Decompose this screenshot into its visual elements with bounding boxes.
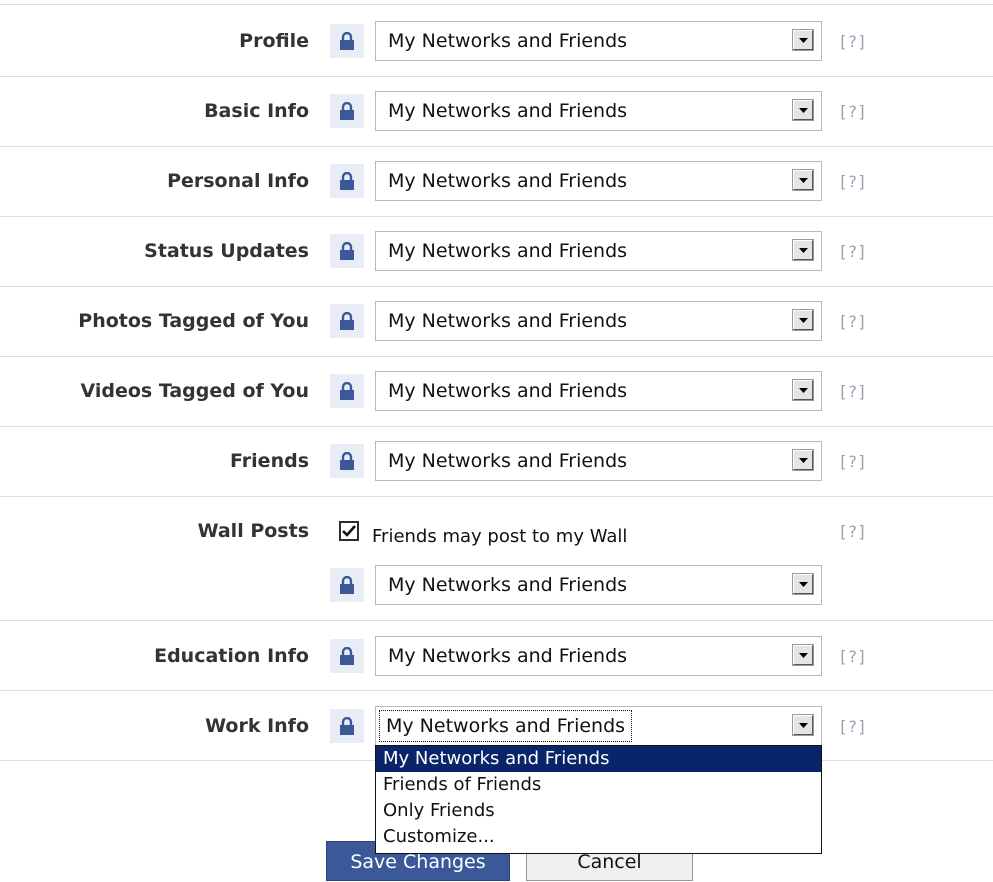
dropdown-option[interactable]: My Networks and Friends bbox=[376, 746, 821, 772]
row-label: Friends bbox=[230, 450, 309, 472]
row-label: Videos Tagged of You bbox=[80, 380, 309, 402]
help-link[interactable]: [?] bbox=[838, 242, 867, 262]
help-link[interactable]: [?] bbox=[838, 382, 867, 402]
wall-posts-checkbox[interactable] bbox=[339, 521, 359, 541]
lock-icon bbox=[330, 234, 364, 268]
row-separator bbox=[0, 620, 993, 621]
chevron-down-icon[interactable] bbox=[793, 240, 813, 260]
row-label: Education Info bbox=[154, 645, 309, 667]
select-value: My Networks and Friends bbox=[388, 100, 628, 122]
chevron-down-icon[interactable] bbox=[793, 30, 813, 50]
privacy-select[interactable]: My Networks and Friends bbox=[375, 441, 822, 481]
lock-icon bbox=[330, 164, 364, 198]
lock-icon bbox=[330, 94, 364, 128]
chevron-down-icon[interactable] bbox=[793, 100, 813, 120]
lock-icon bbox=[330, 444, 364, 478]
help-link[interactable]: [?] bbox=[838, 102, 867, 122]
row-separator bbox=[0, 356, 993, 357]
row-separator bbox=[0, 76, 993, 77]
select-value: My Networks and Friends bbox=[388, 645, 628, 667]
chevron-down-icon[interactable] bbox=[793, 380, 813, 400]
help-link[interactable]: [?] bbox=[838, 172, 867, 192]
row-label: Personal Info bbox=[167, 170, 309, 192]
chevron-down-icon[interactable] bbox=[793, 574, 813, 594]
privacy-select[interactable]: My Networks and Friends bbox=[375, 371, 822, 411]
privacy-select[interactable]: My Networks and Friends bbox=[375, 231, 822, 271]
select-value: My Networks and Friends bbox=[388, 30, 628, 52]
privacy-select[interactable]: My Networks and Friends bbox=[375, 636, 822, 676]
help-link[interactable]: [?] bbox=[838, 32, 867, 52]
help-link[interactable]: [?] bbox=[838, 647, 867, 667]
help-link[interactable]: [?] bbox=[838, 522, 867, 542]
privacy-select-open[interactable]: My Networks and Friends bbox=[375, 706, 822, 746]
checkbox-label[interactable]: Friends may post to my Wall bbox=[372, 526, 627, 548]
lock-icon bbox=[330, 709, 364, 743]
lock-icon bbox=[330, 374, 364, 408]
chevron-down-icon[interactable] bbox=[793, 715, 813, 735]
select-value: My Networks and Friends bbox=[388, 170, 628, 192]
lock-icon bbox=[330, 639, 364, 673]
privacy-select[interactable]: My Networks and Friends bbox=[375, 565, 822, 605]
select-value: My Networks and Friends bbox=[378, 710, 633, 742]
row-label: Photos Tagged of You bbox=[78, 310, 309, 332]
chevron-down-icon[interactable] bbox=[793, 450, 813, 470]
checkmark-icon bbox=[342, 525, 356, 537]
help-link[interactable]: [?] bbox=[838, 717, 867, 737]
row-label: Profile bbox=[239, 30, 309, 52]
privacy-select[interactable]: My Networks and Friends bbox=[375, 91, 822, 131]
select-value: My Networks and Friends bbox=[388, 240, 628, 262]
row-separator bbox=[0, 496, 993, 497]
select-value: My Networks and Friends bbox=[388, 574, 628, 596]
lock-icon bbox=[330, 304, 364, 338]
select-value: My Networks and Friends bbox=[388, 380, 628, 402]
dropdown-option[interactable]: Customize... bbox=[376, 824, 821, 850]
row-separator bbox=[0, 216, 993, 217]
row-separator bbox=[0, 426, 993, 427]
row-separator bbox=[0, 146, 993, 147]
chevron-down-icon[interactable] bbox=[793, 645, 813, 665]
help-link[interactable]: [?] bbox=[838, 312, 867, 332]
row-label: Work Info bbox=[205, 715, 309, 737]
lock-icon bbox=[330, 568, 364, 602]
lock-icon bbox=[330, 24, 364, 58]
help-link[interactable]: [?] bbox=[838, 452, 867, 472]
row-separator bbox=[0, 690, 993, 691]
privacy-dropdown-list: My Networks and Friends Friends of Frien… bbox=[375, 745, 822, 854]
privacy-select[interactable]: My Networks and Friends bbox=[375, 301, 822, 341]
privacy-select[interactable]: My Networks and Friends bbox=[375, 21, 822, 61]
row-label: Status Updates bbox=[144, 240, 309, 262]
chevron-down-icon[interactable] bbox=[793, 310, 813, 330]
chevron-down-icon[interactable] bbox=[793, 170, 813, 190]
row-label: Basic Info bbox=[204, 100, 309, 122]
select-value: My Networks and Friends bbox=[388, 450, 628, 472]
row-label: Wall Posts bbox=[197, 520, 309, 542]
row-separator bbox=[0, 4, 993, 5]
dropdown-option[interactable]: Only Friends bbox=[376, 798, 821, 824]
privacy-select[interactable]: My Networks and Friends bbox=[375, 161, 822, 201]
row-separator bbox=[0, 286, 993, 287]
dropdown-option[interactable]: Friends of Friends bbox=[376, 772, 821, 798]
select-value: My Networks and Friends bbox=[388, 310, 628, 332]
